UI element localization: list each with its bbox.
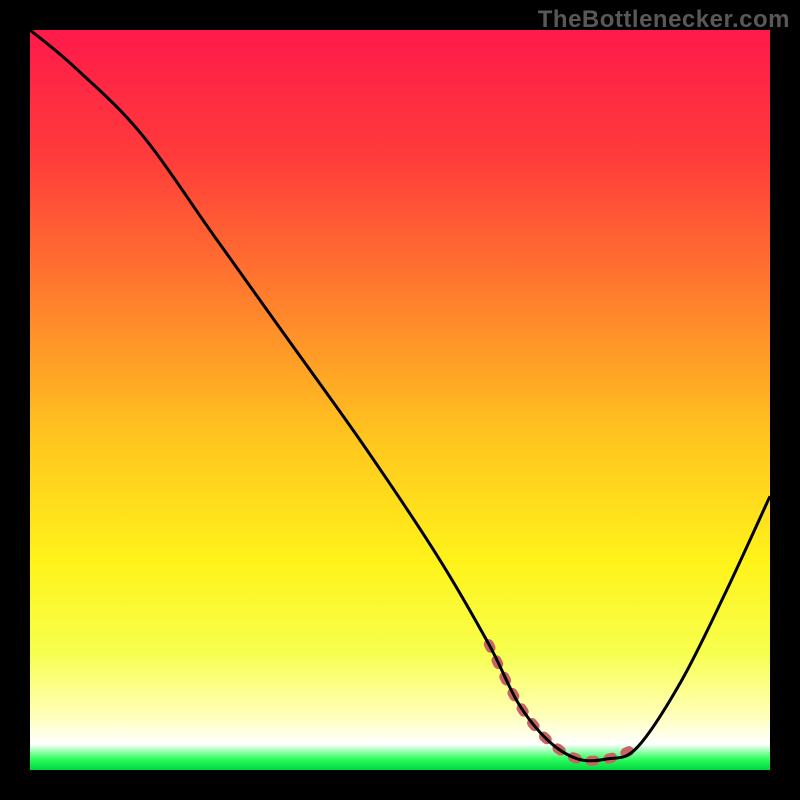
bottleneck-curve — [30, 30, 770, 761]
plot-area — [30, 30, 770, 770]
trough-marker — [489, 644, 637, 761]
watermark-text: TheBottlenecker.com — [538, 6, 790, 34]
curve-layer — [30, 30, 770, 770]
chart-container: TheBottlenecker.com — [0, 0, 800, 800]
